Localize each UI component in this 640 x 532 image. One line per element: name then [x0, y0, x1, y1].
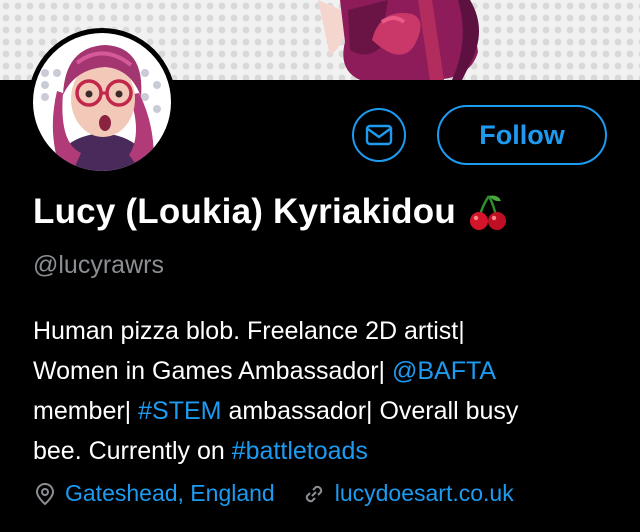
bio-text: Human pizza blob. Freelance 2D artist|: [33, 317, 465, 345]
message-button[interactable]: [352, 108, 406, 162]
bio-text: Women in Games Ambassador|: [33, 357, 392, 385]
bio-text: member|: [33, 397, 139, 425]
user-handle: @lucyrawrs: [33, 251, 164, 279]
bio-line: member| #STEM ambassador| Overall busy: [33, 391, 613, 431]
follow-button[interactable]: Follow: [437, 105, 607, 165]
cherries-icon: [469, 195, 506, 230]
display-name: Lucy (Loukia) Kyriakidou: [33, 192, 456, 231]
bio-text: ambassador| Overall busy: [221, 397, 519, 425]
profile-bio: Human pizza blob. Freelance 2D artist| W…: [33, 311, 613, 471]
avatar[interactable]: [28, 28, 176, 176]
bio-text: bee. Currently on: [33, 437, 232, 465]
follow-button-label: Follow: [479, 119, 565, 150]
website-link[interactable]: lucydoesart.co.uk: [335, 480, 514, 507]
profile-meta: Gateshead, England lucydoesart.co.uk: [33, 480, 514, 507]
link-icon: [301, 481, 327, 507]
bio-line: bee. Currently on #battletoads: [33, 431, 613, 471]
bio-line: Women in Games Ambassador| @BAFTA: [33, 351, 613, 391]
bio-hashtag-link[interactable]: #STEM: [138, 397, 221, 425]
bio-line: Human pizza blob. Freelance 2D artist|: [33, 311, 613, 351]
bio-hashtag-link[interactable]: #battletoads: [232, 437, 368, 465]
bio-mention-link[interactable]: @BAFTA: [392, 357, 496, 385]
envelope-icon: [365, 124, 393, 146]
location-text[interactable]: Gateshead, England: [65, 480, 275, 507]
avatar-illustration: [33, 33, 171, 171]
location-pin-icon: [33, 482, 57, 506]
display-name-row: Lucy (Loukia) Kyriakidou: [33, 192, 508, 232]
